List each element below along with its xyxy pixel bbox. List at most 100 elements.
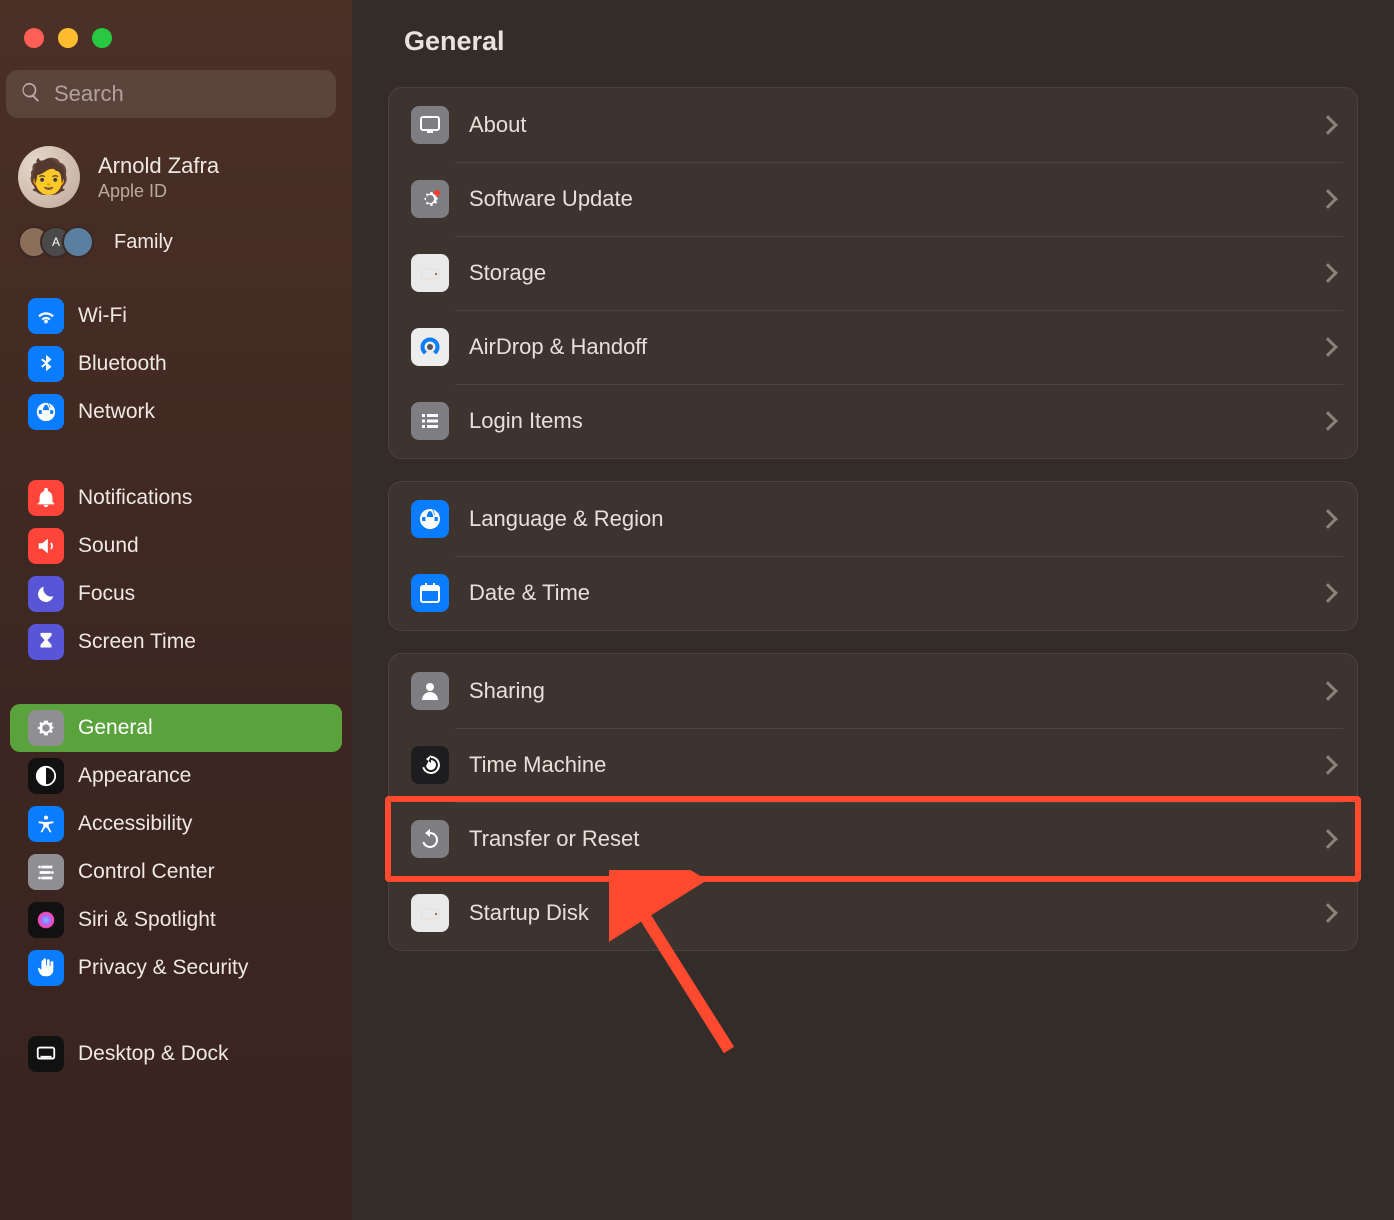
sidebar-item-label: Sound	[78, 534, 139, 558]
chevron-right-icon	[1318, 263, 1338, 283]
sidebar-item-label: Desktop & Dock	[78, 1042, 229, 1066]
sidebar-item-family[interactable]: A Family	[0, 216, 352, 274]
search-icon	[20, 81, 42, 108]
chevron-right-icon	[1318, 411, 1338, 431]
family-avatars-icon: A	[18, 224, 96, 260]
calendar-icon	[411, 574, 449, 612]
sidebar-item-apple-id[interactable]: 🧑 Arnold Zafra Apple ID	[0, 140, 352, 216]
airdrop-icon	[411, 328, 449, 366]
globe-icon	[411, 500, 449, 538]
chevron-right-icon	[1318, 903, 1338, 923]
chevron-right-icon	[1318, 583, 1338, 603]
main-content: General About Software Update Storage AirDr…	[352, 0, 1394, 1220]
sidebar-item-label: Privacy & Security	[78, 956, 248, 980]
sidebar-item-network[interactable]: Network	[10, 388, 342, 436]
settings-row-label: Date & Time	[469, 580, 1301, 606]
sidebar-item-label: Notifications	[78, 486, 192, 510]
settings-row-label: Sharing	[469, 678, 1301, 704]
sidebar: 🧑 Arnold Zafra Apple ID A Family Wi-Fi Bl…	[0, 0, 352, 1220]
settings-row-label: Transfer or Reset	[469, 826, 1301, 852]
drive-icon	[411, 894, 449, 932]
switches-icon	[28, 854, 64, 890]
bell-icon	[28, 480, 64, 516]
settings-row-label: Storage	[469, 260, 1301, 286]
hand-icon	[28, 950, 64, 986]
settings-row-sharing[interactable]: Sharing	[389, 654, 1357, 728]
settings-row-datetime[interactable]: Date & Time	[389, 556, 1357, 630]
sidebar-item-siri[interactable]: Siri & Spotlight	[10, 896, 342, 944]
fullscreen-window-icon[interactable]	[92, 28, 112, 48]
sidebar-item-notifications[interactable]: Notifications	[10, 474, 342, 522]
settings-group: About Software Update Storage AirDrop & Han…	[388, 87, 1358, 459]
sidebar-item-label: Control Center	[78, 860, 215, 884]
moon-icon	[28, 576, 64, 612]
chevron-right-icon	[1318, 337, 1338, 357]
sidebar-item-bluetooth[interactable]: Bluetooth	[10, 340, 342, 388]
chevron-right-icon	[1318, 509, 1338, 529]
speaker-icon	[28, 528, 64, 564]
accessibility-icon	[28, 806, 64, 842]
settings-row-airdrop[interactable]: AirDrop & Handoff	[389, 310, 1357, 384]
user-avatar-icon: 🧑	[18, 146, 80, 208]
gearbadge-icon	[411, 180, 449, 218]
chevron-right-icon	[1318, 829, 1338, 849]
settings-row-storage[interactable]: Storage	[389, 236, 1357, 310]
chevron-right-icon	[1318, 681, 1338, 701]
settings-row-langregion[interactable]: Language & Region	[389, 482, 1357, 556]
settings-row-label: Language & Region	[469, 506, 1301, 532]
page-title: General	[388, 0, 1358, 87]
bluetooth-icon	[28, 346, 64, 382]
sidebar-item-label: Bluetooth	[78, 352, 167, 376]
settings-row-label: Time Machine	[469, 752, 1301, 778]
sidebar-item-label: Accessibility	[78, 812, 192, 836]
clockback-icon	[411, 746, 449, 784]
chevron-right-icon	[1318, 755, 1338, 775]
wifi-icon	[28, 298, 64, 334]
drive-icon	[411, 254, 449, 292]
settings-row-transferreset[interactable]: Transfer or Reset	[389, 802, 1357, 876]
minimize-window-icon[interactable]	[58, 28, 78, 48]
sidebar-item-label: Screen Time	[78, 630, 196, 654]
sidebar-item-label: General	[78, 716, 153, 740]
gear-icon	[28, 710, 64, 746]
settings-row-softwareupdate[interactable]: Software Update	[389, 162, 1357, 236]
sidebar-item-accessibility[interactable]: Accessibility	[10, 800, 342, 848]
sidebar-item-desktopdock[interactable]: Desktop & Dock	[10, 1030, 342, 1078]
settings-row-label: Software Update	[469, 186, 1301, 212]
hourglass-icon	[28, 624, 64, 660]
sidebar-item-focus[interactable]: Focus	[10, 570, 342, 618]
window-controls	[0, 12, 352, 70]
settings-row-loginitems[interactable]: Login Items	[389, 384, 1357, 458]
settings-row-label: About	[469, 112, 1301, 138]
settings-row-startupdisk[interactable]: Startup Disk	[389, 876, 1357, 950]
sidebar-item-general[interactable]: General	[10, 704, 342, 752]
sidebar-item-sound[interactable]: Sound	[10, 522, 342, 570]
close-window-icon[interactable]	[24, 28, 44, 48]
sidebar-item-controlcenter[interactable]: Control Center	[10, 848, 342, 896]
globe-icon	[28, 394, 64, 430]
chevron-right-icon	[1318, 115, 1338, 135]
settings-row-label: Startup Disk	[469, 900, 1301, 926]
settings-row-timemachine[interactable]: Time Machine	[389, 728, 1357, 802]
siri-icon	[28, 902, 64, 938]
search-input[interactable]	[54, 81, 342, 107]
dock-icon	[28, 1036, 64, 1072]
sidebar-item-label: Appearance	[78, 764, 191, 788]
sidebar-item-wifi[interactable]: Wi-Fi	[10, 292, 342, 340]
settings-row-about[interactable]: About	[389, 88, 1357, 162]
sidebar-item-label: Focus	[78, 582, 135, 606]
user-sub: Apple ID	[98, 181, 219, 202]
settings-row-label: AirDrop & Handoff	[469, 334, 1301, 360]
sidebar-item-appearance[interactable]: Appearance	[10, 752, 342, 800]
search-field[interactable]	[6, 70, 336, 118]
user-name: Arnold Zafra	[98, 153, 219, 179]
sidebar-item-label: Network	[78, 400, 155, 424]
sidebar-item-label: Siri & Spotlight	[78, 908, 216, 932]
sidebar-item-screentime[interactable]: Screen Time	[10, 618, 342, 666]
chevron-right-icon	[1318, 189, 1338, 209]
person-icon	[411, 672, 449, 710]
list-icon	[411, 402, 449, 440]
settings-group: Sharing Time Machine Transfer or Reset Star…	[388, 653, 1358, 951]
settings-row-label: Login Items	[469, 408, 1301, 434]
sidebar-item-privacy[interactable]: Privacy & Security	[10, 944, 342, 992]
